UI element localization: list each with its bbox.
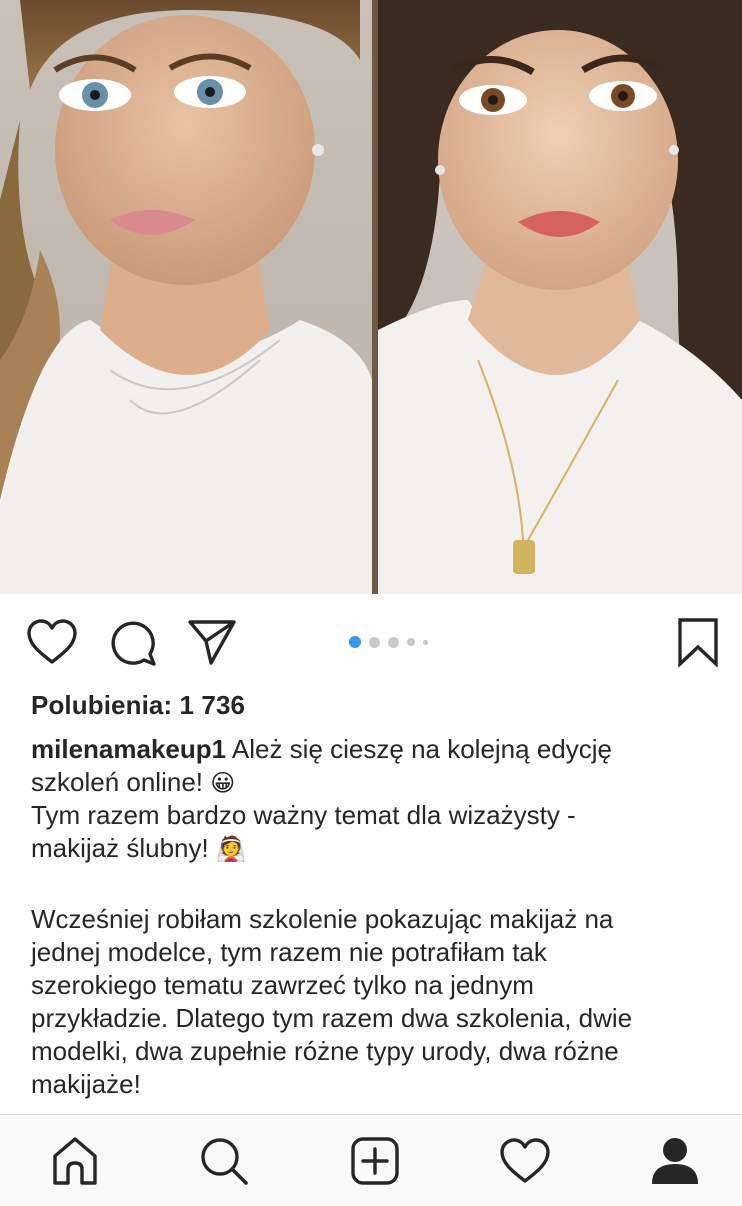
bride-emoji: 👰 (215, 835, 246, 863)
bottom-tab-bar (0, 1114, 742, 1206)
portrait-left-illustration (0, 0, 372, 594)
paper-plane-icon (188, 620, 236, 665)
carousel-indicator (349, 636, 428, 648)
save-button[interactable] (672, 616, 724, 668)
caption-line: jednej modelce, tym razem nie potrafiłam… (31, 937, 547, 967)
heart-icon (500, 1138, 550, 1183)
caption-line: szkoleń online! 😀 (31, 766, 721, 799)
caption-text: Ależ się cieszę na kolejną edycję (226, 734, 612, 764)
caption-text: makijaż ślubny! (31, 833, 216, 863)
caption-line: makijaże! (31, 1069, 141, 1099)
caption-text: szkoleń online! (31, 767, 211, 797)
caption-line: Wcześniej robiłam szkolenie pokazując ma… (31, 904, 614, 934)
comment-button[interactable] (106, 616, 158, 668)
profile-icon (652, 1138, 698, 1184)
heart-icon (27, 619, 77, 664)
post-photo-right (378, 0, 742, 594)
share-button[interactable] (186, 616, 238, 668)
search-icon (201, 1138, 248, 1185)
carousel-dot-5 (423, 639, 428, 645)
comment-bubble-icon (111, 621, 156, 666)
caption-line: szerokiego tematu zawrzeć tylko na jedny… (31, 970, 534, 1000)
caption-line: przykładzie. Dlatego tym razem dwa szkol… (31, 1003, 633, 1033)
carousel-dot-2 (369, 636, 380, 648)
portrait-right-illustration (378, 0, 742, 594)
caption-line: milenamakeup1 Ależ się cieszę na kolejną… (31, 733, 721, 766)
post-username[interactable]: milenamakeup1 (31, 734, 226, 764)
carousel-dot-1-active (349, 636, 361, 648)
home-icon (53, 1137, 97, 1185)
like-button[interactable] (26, 616, 78, 668)
tab-home[interactable] (35, 1115, 115, 1206)
caption-line: makijaż ślubny! 👰 (31, 832, 721, 865)
post-caption: milenamakeup1 Ależ się cieszę na kolejną… (31, 733, 721, 1101)
tab-search[interactable] (184, 1115, 264, 1206)
tab-new-post[interactable] (335, 1115, 415, 1206)
post-image-carousel[interactable] (0, 0, 742, 594)
caption-line: Tym razem bardzo ważny temat dla wizażys… (31, 800, 576, 830)
post-photo-left (0, 0, 372, 594)
tab-profile[interactable] (635, 1115, 715, 1206)
plus-square-icon (351, 1137, 399, 1185)
carousel-dot-4 (407, 638, 415, 646)
bookmark-icon (678, 618, 718, 667)
tab-activity[interactable] (485, 1115, 565, 1206)
carousel-dot-3 (388, 636, 399, 648)
likes-count[interactable]: Polubienia: 1 736 (31, 690, 245, 721)
grinning-face-emoji: 😀 (210, 769, 236, 797)
caption-line: modelki, dwa zupełnie różne typy urody, … (31, 1036, 619, 1066)
